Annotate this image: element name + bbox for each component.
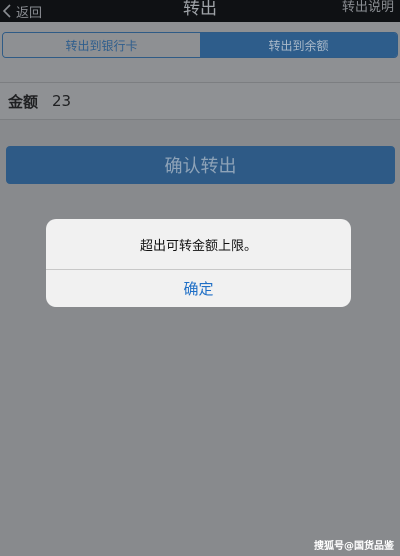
alert-ok-button[interactable]: 确定: [46, 270, 351, 307]
help-link[interactable]: 转出说明: [342, 0, 394, 22]
navigation-bar: 返回 转出 转出说明: [0, 0, 400, 22]
amount-input[interactable]: 23: [52, 92, 71, 110]
page-title: 转出: [183, 0, 217, 19]
amount-row[interactable]: 金额 23: [0, 82, 400, 120]
tab-transfer-to-balance[interactable]: 转出到余额: [200, 33, 397, 57]
tab-transfer-to-bank-card[interactable]: 转出到银行卡: [3, 33, 200, 57]
alert-message: 超出可转金额上限。: [139, 238, 257, 254]
segment-area: 转出到银行卡 转出到余额: [0, 22, 400, 82]
confirm-transfer-button[interactable]: 确认转出: [6, 146, 395, 184]
transfer-target-segmented-control: 转出到银行卡 转出到余额: [2, 32, 398, 58]
watermark: 搜狐号@国货品鉴: [314, 541, 394, 552]
alert-dialog: 超出可转金额上限。 确定: [46, 219, 351, 307]
amount-label: 金额: [8, 92, 39, 111]
